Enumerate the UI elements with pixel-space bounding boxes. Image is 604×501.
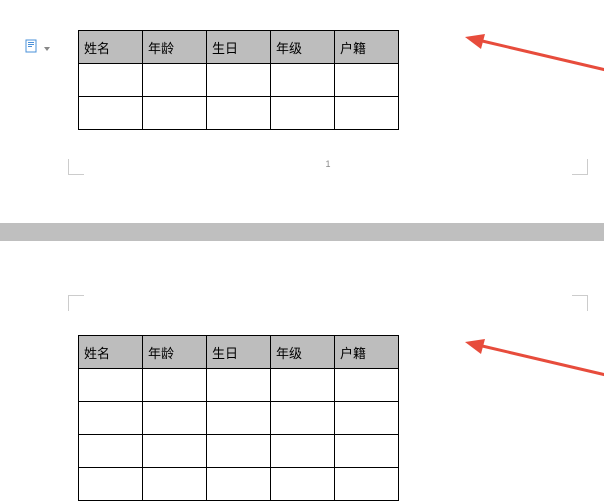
cell[interactable] — [271, 402, 335, 435]
table-row — [79, 97, 399, 130]
cell[interactable] — [79, 435, 143, 468]
cell[interactable] — [143, 369, 207, 402]
cell[interactable] — [271, 369, 335, 402]
cell[interactable] — [143, 402, 207, 435]
cell[interactable] — [335, 402, 399, 435]
table-row — [79, 435, 399, 468]
cell[interactable] — [143, 468, 207, 501]
cell[interactable] — [143, 435, 207, 468]
cell[interactable] — [79, 64, 143, 97]
table-row — [79, 64, 399, 97]
page-1: 姓名 年龄 生日 年级 户籍 1 — [68, 0, 588, 175]
page-corner-mark — [68, 295, 84, 311]
cell[interactable] — [271, 468, 335, 501]
data-table-1[interactable]: 姓名 年龄 生日 年级 户籍 — [78, 30, 399, 130]
cell[interactable] — [207, 435, 271, 468]
cell[interactable] — [143, 97, 207, 130]
cell[interactable] — [207, 97, 271, 130]
cell[interactable] — [335, 468, 399, 501]
page-corner-mark — [572, 295, 588, 311]
header-cell[interactable]: 姓名 — [79, 31, 143, 64]
header-cell[interactable]: 生日 — [207, 31, 271, 64]
table-header-row: 姓名 年龄 生日 年级 户籍 — [79, 336, 399, 369]
header-cell[interactable]: 年龄 — [143, 31, 207, 64]
cell[interactable] — [79, 97, 143, 130]
cell[interactable] — [79, 468, 143, 501]
page-gap — [0, 223, 604, 241]
header-cell[interactable]: 年级 — [271, 31, 335, 64]
cell[interactable] — [271, 435, 335, 468]
table-header-row: 姓名 年龄 生日 年级 户籍 — [79, 31, 399, 64]
chevron-down-icon — [44, 47, 50, 51]
cell[interactable] — [335, 369, 399, 402]
cell[interactable] — [79, 369, 143, 402]
annotation-arrow-icon — [463, 24, 604, 84]
clipboard-icon — [25, 38, 39, 59]
header-cell[interactable]: 生日 — [207, 336, 271, 369]
cell[interactable] — [207, 64, 271, 97]
cell[interactable] — [271, 97, 335, 130]
header-cell[interactable]: 姓名 — [79, 336, 143, 369]
table-row — [79, 468, 399, 501]
page-2: 姓名 年龄 生日 年级 户籍 — [68, 295, 588, 501]
paste-options-button[interactable] — [25, 38, 50, 59]
cell[interactable] — [143, 64, 207, 97]
header-cell[interactable]: 户籍 — [335, 336, 399, 369]
cell[interactable] — [335, 435, 399, 468]
cell[interactable] — [207, 468, 271, 501]
table-row — [79, 402, 399, 435]
cell[interactable] — [335, 97, 399, 130]
data-table-2[interactable]: 姓名 年龄 生日 年级 户籍 — [78, 335, 399, 501]
annotation-arrow-icon — [463, 329, 604, 389]
header-cell[interactable]: 户籍 — [335, 31, 399, 64]
page-number: 1 — [68, 159, 588, 169]
cell[interactable] — [207, 402, 271, 435]
header-cell[interactable]: 年级 — [271, 336, 335, 369]
table-row — [79, 369, 399, 402]
cell[interactable] — [271, 64, 335, 97]
header-cell[interactable]: 年龄 — [143, 336, 207, 369]
cell[interactable] — [335, 64, 399, 97]
cell[interactable] — [79, 402, 143, 435]
cell[interactable] — [207, 369, 271, 402]
